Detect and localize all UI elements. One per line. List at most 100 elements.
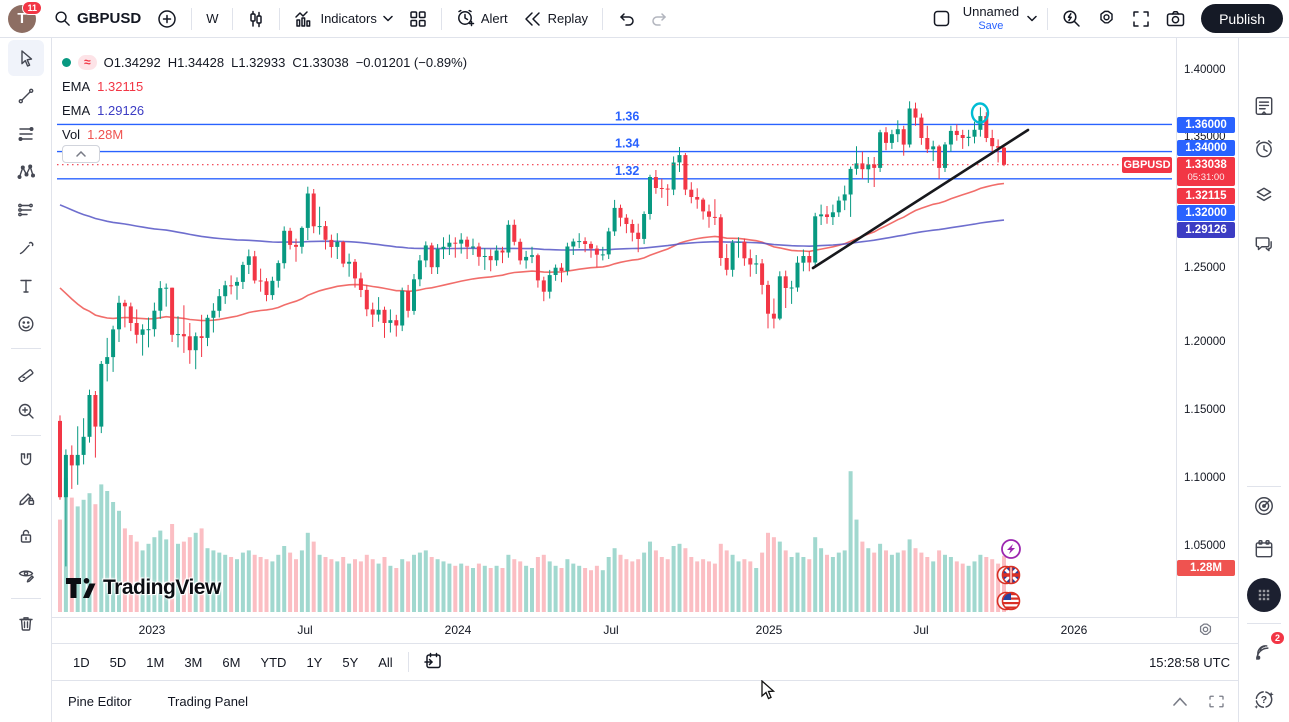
range-button-1y[interactable]: 1Y xyxy=(299,651,329,674)
object-tree-icon xyxy=(1253,185,1275,207)
layout-templates-button[interactable] xyxy=(401,4,435,34)
legend-collapse-button[interactable] xyxy=(62,145,100,163)
tool-lock-all[interactable] xyxy=(8,518,44,554)
time-tick-label: 2023 xyxy=(139,623,166,637)
tool-brush[interactable] xyxy=(8,230,44,266)
range-button-5y[interactable]: 5Y xyxy=(335,651,365,674)
symbol-search-button[interactable]: GBPUSD xyxy=(46,4,149,34)
toolbar-divider xyxy=(11,348,41,349)
ema2-label: EMA xyxy=(62,103,90,118)
sidebar-calendar-button[interactable] xyxy=(1246,531,1282,567)
tool-hide-drawings[interactable] xyxy=(8,556,44,592)
bottom-panel-controls xyxy=(1173,695,1224,708)
tool-ruler[interactable] xyxy=(8,355,44,391)
range-button-3m[interactable]: 3M xyxy=(177,651,209,674)
time-tick-label: 2026 xyxy=(1061,623,1088,637)
tool-fib-retracement[interactable] xyxy=(8,116,44,152)
range-button-all[interactable]: All xyxy=(371,651,399,674)
price-badge: 1.3303805:31:00 xyxy=(1177,157,1235,186)
price-line-symbol-tag: GBPUSD xyxy=(1122,157,1172,173)
tab-pine-editor[interactable]: Pine Editor xyxy=(68,694,132,709)
replay-button[interactable]: Replay xyxy=(516,4,596,34)
sidebar-broadcast-button[interactable]: 2 xyxy=(1246,634,1282,670)
compare-add-button[interactable] xyxy=(149,4,185,34)
indicators-button[interactable]: Indicators xyxy=(286,4,400,34)
range-button-5d[interactable]: 5D xyxy=(103,651,134,674)
sidebar-screener-radar-button[interactable] xyxy=(1246,488,1282,524)
sidebar-alerts-clock-button[interactable] xyxy=(1246,131,1282,167)
time-axis[interactable]: 2023Jul2024Jul2025Jul2026 xyxy=(52,617,1238,643)
sidebar-chat-button[interactable] xyxy=(1246,226,1282,262)
ema2-value: 1.29126 xyxy=(97,103,144,118)
range-button-1m[interactable]: 1M xyxy=(139,651,171,674)
magnet-icon xyxy=(17,451,35,469)
tool-text[interactable] xyxy=(8,268,44,304)
price-axis[interactable]: 1.400001.350001.250001.200001.150001.100… xyxy=(1176,38,1238,617)
layout-name: Unnamed xyxy=(963,5,1019,19)
legend-volume-row[interactable]: Vol 1.28M xyxy=(62,122,467,146)
volume-value: 1.28M xyxy=(87,127,123,142)
apps-grid-icon xyxy=(1254,585,1274,605)
quick-search-button[interactable] xyxy=(1054,4,1089,34)
user-avatar[interactable]: T 11 xyxy=(8,5,36,33)
settings-button[interactable] xyxy=(1089,4,1124,34)
panel-expand-chevron-icon[interactable] xyxy=(1173,697,1187,706)
xabcd-pattern-icon xyxy=(17,163,35,181)
toolbar-separator xyxy=(279,8,280,30)
sidebar-watchlist-button[interactable] xyxy=(1246,88,1282,124)
go-to-date-button[interactable] xyxy=(417,648,449,676)
tool-remove-objects[interactable] xyxy=(8,605,44,641)
alert-button[interactable]: Alert xyxy=(448,4,516,34)
trend-line-icon xyxy=(17,87,35,105)
tool-emoji[interactable] xyxy=(8,306,44,342)
fullscreen-button[interactable] xyxy=(1124,4,1158,34)
screener-radar-icon xyxy=(1253,495,1275,517)
ruler-icon xyxy=(17,364,35,382)
layout-name-button[interactable]: Unnamed Save xyxy=(959,5,1023,31)
snapshot-button[interactable] xyxy=(1158,4,1193,34)
quick-search-icon xyxy=(1062,9,1081,28)
tool-cursor[interactable] xyxy=(8,40,44,76)
legend-ema2-row[interactable]: EMA 1.29126 xyxy=(62,98,467,122)
range-button-ytd[interactable]: YTD xyxy=(253,651,293,674)
event-markers[interactable] xyxy=(998,540,1021,610)
chart-pane[interactable]: 1.361.341.32 ≈ O1.34292 H1.34428 L1.3293… xyxy=(52,38,1176,617)
tool-draw-lock[interactable] xyxy=(8,480,44,516)
chart-style-button[interactable] xyxy=(239,4,273,34)
interval-button[interactable]: W xyxy=(198,4,226,34)
camera-icon xyxy=(1166,10,1185,27)
tool-zoom-in[interactable] xyxy=(8,393,44,429)
tool-forecast[interactable] xyxy=(8,192,44,228)
tool-xabcd-pattern[interactable] xyxy=(8,154,44,190)
legend-ohlc-row[interactable]: ≈ O1.34292 H1.34428 L1.32933 C1.33038 −0… xyxy=(62,50,467,74)
notification-badge: 11 xyxy=(22,1,42,15)
tradingview-watermark: TradingView xyxy=(66,576,221,600)
range-button-6m[interactable]: 6M xyxy=(215,651,247,674)
legend-ema1-row[interactable]: EMA 1.32115 xyxy=(62,74,467,98)
price-badge: 1.36000 xyxy=(1177,117,1235,133)
save-layout-checkbox[interactable] xyxy=(924,4,959,34)
toolbar-separator xyxy=(1047,8,1048,30)
session-clock[interactable]: 15:28:58 UTC xyxy=(1149,655,1230,670)
undo-button[interactable] xyxy=(609,4,643,34)
timezone-gear-icon[interactable] xyxy=(1197,622,1214,639)
price-badge-value: 1.32115 xyxy=(1186,190,1227,202)
panel-maximize-icon[interactable] xyxy=(1209,695,1224,708)
sidebar-divider xyxy=(1247,486,1281,487)
layout-dropdown-button[interactable] xyxy=(1023,4,1041,34)
sidebar-apps-grid-button[interactable] xyxy=(1247,578,1281,612)
tab-trading-panel[interactable]: Trading Panel xyxy=(168,694,248,709)
publish-button[interactable]: Publish xyxy=(1201,4,1283,33)
time-tick-label: Jul xyxy=(603,623,618,637)
tool-trend-line[interactable] xyxy=(8,78,44,114)
ohlc-low: L1.32933 xyxy=(231,55,285,70)
redo-icon xyxy=(651,12,669,26)
drawing-toolbar xyxy=(0,38,52,722)
range-button-1d[interactable]: 1D xyxy=(66,651,97,674)
tool-magnet[interactable] xyxy=(8,442,44,478)
top-toolbar: T 11 GBPUSD W Indicators xyxy=(0,0,1289,38)
brush-icon xyxy=(17,239,35,257)
sidebar-help-button[interactable]: ? xyxy=(1246,681,1282,717)
redo-button[interactable] xyxy=(643,4,677,34)
sidebar-object-tree-button[interactable] xyxy=(1246,178,1282,214)
